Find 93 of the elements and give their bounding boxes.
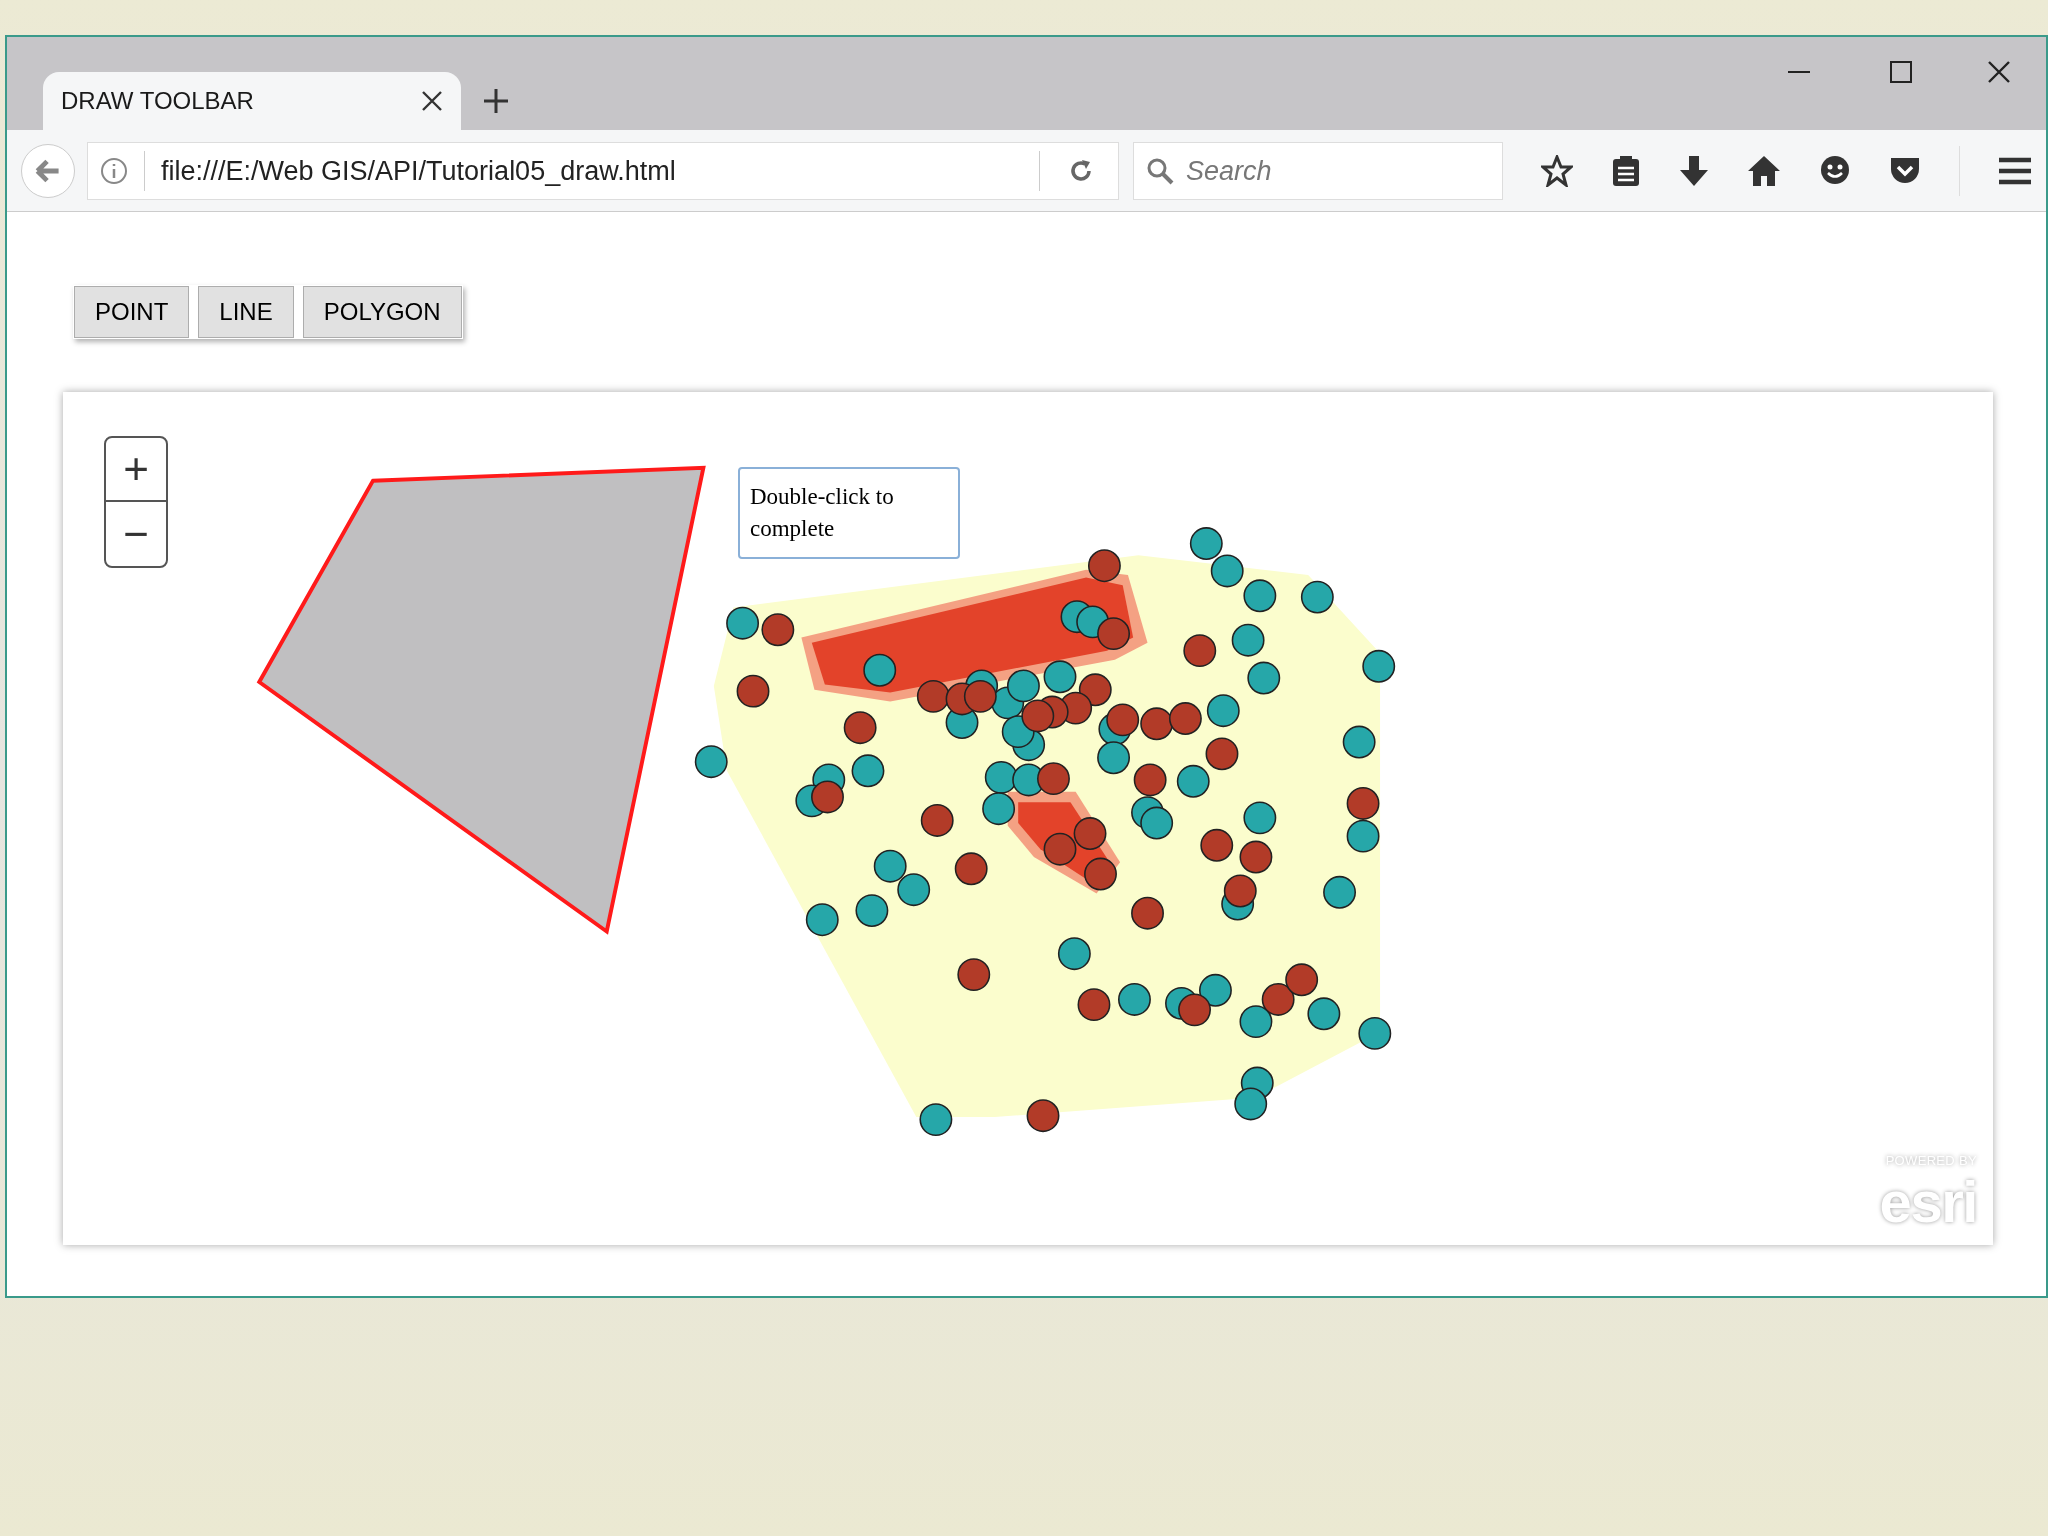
menu-icon[interactable]: [1998, 157, 2032, 185]
map-point: [1057, 937, 1091, 971]
home-icon[interactable]: [1747, 155, 1781, 187]
map-point: [726, 606, 760, 640]
zoom-out-button[interactable]: −: [106, 502, 166, 566]
map-point: [1026, 1099, 1060, 1133]
map-point: [1247, 661, 1281, 695]
map-point: [855, 894, 889, 928]
map-point: [1006, 669, 1040, 703]
map-point: [1206, 694, 1240, 728]
map-point: [1223, 874, 1257, 908]
map-point: [1133, 763, 1167, 797]
map-point: [1346, 819, 1380, 853]
map-point: [736, 674, 770, 708]
map-point: [1043, 660, 1077, 694]
map-point: [1323, 875, 1356, 909]
map-point: [1078, 673, 1112, 707]
map-point: [920, 804, 954, 837]
map-point: [873, 849, 907, 883]
download-icon[interactable]: [1679, 155, 1709, 187]
map-point: [1205, 737, 1239, 771]
map-point: [1234, 1087, 1268, 1121]
map-point: [1346, 787, 1380, 820]
map-point: [1239, 1005, 1273, 1039]
map-point: [1199, 973, 1232, 1007]
map-point: [1307, 997, 1341, 1031]
map-point: [919, 1103, 953, 1137]
map-point: [863, 653, 897, 687]
map-point: [1189, 527, 1223, 560]
map-point: [954, 852, 988, 886]
map-point: [1021, 699, 1055, 733]
maximize-icon[interactable]: [1890, 61, 1912, 83]
close-icon[interactable]: [1988, 61, 2010, 83]
map-point: [1239, 840, 1273, 874]
map-point: [761, 613, 795, 647]
map-point: [984, 760, 1018, 794]
draw-tool-button[interactable]: POINT: [74, 286, 190, 338]
draw-tooltip: Double-click to complete: [738, 467, 960, 559]
map-point: [1210, 554, 1244, 588]
pocket-icon[interactable]: [1889, 156, 1921, 186]
tab-title: DRAW TOOLBAR: [61, 86, 255, 116]
map-point: [957, 958, 991, 992]
map-point: [1077, 988, 1111, 1022]
reload-icon[interactable]: [1068, 158, 1094, 184]
search-field[interactable]: Search: [1133, 142, 1503, 200]
map-point: [1243, 579, 1277, 613]
map-point: [1362, 649, 1396, 683]
map-point: [1106, 703, 1140, 737]
logo-wordmark: esri: [1879, 1169, 1977, 1235]
map-point: [1243, 801, 1277, 835]
info-icon[interactable]: [100, 157, 128, 185]
map-point: [1178, 993, 1211, 1027]
zoom-in-button[interactable]: +: [106, 438, 166, 502]
clipboard-icon[interactable]: [1611, 155, 1641, 187]
map-point: [1358, 1016, 1392, 1050]
map-point: [1342, 725, 1376, 759]
map-point: [1168, 702, 1202, 736]
map-point: [811, 780, 844, 814]
map-point: [805, 903, 839, 937]
map-point: [1261, 982, 1295, 1016]
map-point: [897, 873, 931, 907]
map-point: [1140, 806, 1174, 840]
search-icon: [1146, 157, 1174, 185]
map-point: [1084, 857, 1117, 891]
map-point: [851, 754, 885, 788]
map-point: [982, 792, 1016, 826]
map-point: [1176, 764, 1210, 798]
search-placeholder: Search: [1186, 154, 1272, 188]
map-point: [1087, 549, 1121, 583]
browser-tab[interactable]: DRAW TOOLBAR: [43, 72, 461, 130]
map-point: [1131, 896, 1164, 930]
map-point: [694, 745, 728, 779]
map-point: [1183, 634, 1217, 668]
smiley-icon[interactable]: [1819, 155, 1851, 187]
map-point: [1073, 817, 1107, 850]
new-tab-icon[interactable]: [483, 88, 509, 114]
close-icon[interactable]: [421, 90, 443, 112]
map-point: [1140, 707, 1174, 741]
draw-tool-button[interactable]: POLYGON: [302, 286, 462, 338]
map-point: [1300, 580, 1334, 614]
map-point: [1285, 963, 1319, 997]
map-point: [1097, 741, 1131, 775]
map-point: [843, 711, 877, 745]
map-point: [1043, 832, 1077, 866]
map-point: [1118, 982, 1151, 1016]
draw-tool-button[interactable]: LINE: [198, 286, 294, 338]
map-point: [1097, 617, 1131, 651]
map-point: [1037, 762, 1070, 796]
map-point: [916, 679, 950, 713]
map-point: [963, 679, 997, 713]
map-point: [1231, 623, 1265, 657]
star-icon[interactable]: [1541, 155, 1573, 187]
map-point: [1200, 828, 1234, 862]
